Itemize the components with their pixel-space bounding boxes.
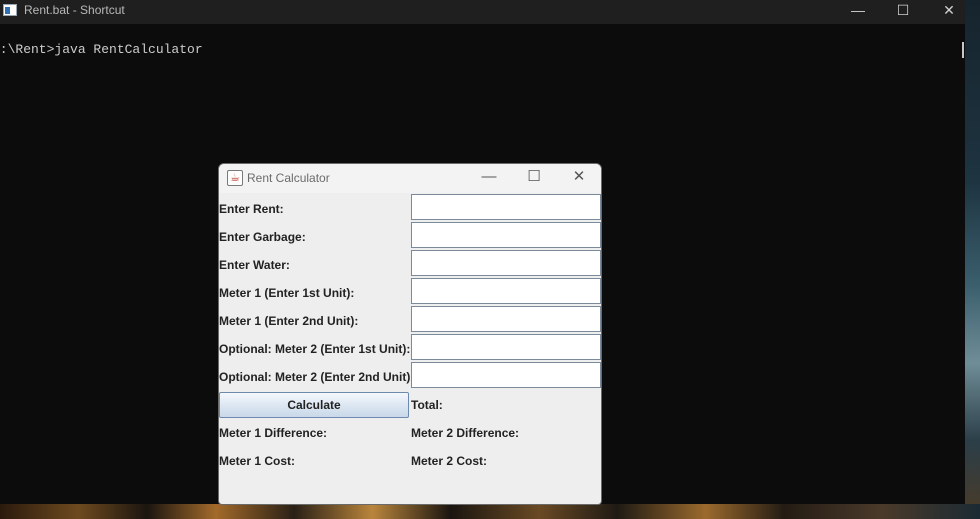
meter1-unit1-field-box bbox=[411, 278, 601, 304]
minimize-icon[interactable]: — bbox=[835, 0, 881, 24]
rent-input[interactable] bbox=[412, 195, 600, 219]
meter1-cost-label: Meter 1 Cost: bbox=[219, 454, 296, 468]
dialog-minimize-icon[interactable]: — bbox=[467, 166, 511, 190]
console-title: Rent.bat - Shortcut bbox=[24, 3, 125, 17]
water-input[interactable] bbox=[412, 251, 600, 275]
meter2-unit2-input[interactable] bbox=[412, 363, 600, 387]
desktop-wallpaper-right bbox=[965, 0, 980, 519]
dialog-maximize-icon[interactable]: ☐ bbox=[512, 166, 556, 190]
meter2-unit1-input[interactable] bbox=[412, 335, 600, 359]
meter2-cost-label: Meter 2 Cost: bbox=[411, 454, 488, 468]
meter1-unit1-input[interactable] bbox=[412, 279, 600, 303]
meter2-unit2-label: Optional: Meter 2 (Enter 2nd Unit): bbox=[219, 370, 415, 384]
maximize-icon[interactable]: ☐ bbox=[880, 0, 926, 24]
water-label: Enter Water: bbox=[219, 258, 290, 272]
desktop-wallpaper-bottom bbox=[0, 504, 980, 519]
meter1-unit2-input[interactable] bbox=[412, 307, 600, 331]
rent-label: Enter Rent: bbox=[219, 202, 284, 216]
rent-field-box bbox=[411, 194, 601, 220]
close-icon[interactable]: ✕ bbox=[926, 0, 972, 24]
meter1-unit2-field-box bbox=[411, 306, 601, 332]
meter1-unit1-label: Meter 1 (Enter 1st Unit): bbox=[219, 286, 355, 300]
total-label: Total: bbox=[411, 398, 443, 412]
calculate-button[interactable]: Calculate bbox=[219, 392, 409, 418]
dialog-close-icon[interactable]: ✕ bbox=[557, 166, 601, 190]
rent-calculator-dialog: ☕ Rent Calculator — ☐ ✕ Enter Rent: Ente… bbox=[218, 163, 602, 505]
meter2-unit2-field-box bbox=[411, 362, 601, 388]
garbage-input[interactable] bbox=[412, 223, 600, 247]
meter1-unit2-label: Meter 1 (Enter 2nd Unit): bbox=[219, 314, 359, 328]
meter2-unit1-field-box bbox=[411, 334, 601, 360]
garbage-label: Enter Garbage: bbox=[219, 230, 306, 244]
console-app-icon bbox=[3, 4, 17, 16]
console-command-line: D:\Rent>java RentCalculator bbox=[0, 42, 203, 57]
java-cup-icon: ☕ bbox=[227, 170, 243, 186]
console-cursor bbox=[962, 42, 964, 58]
dialog-titlebar[interactable]: ☕ Rent Calculator — ☐ ✕ bbox=[219, 164, 601, 193]
console-titlebar: Rent.bat - Shortcut — ☐ ✕ bbox=[0, 0, 965, 24]
dialog-title: Rent Calculator bbox=[247, 171, 330, 185]
meter2-difference-label: Meter 2 Difference: bbox=[411, 426, 520, 440]
water-field-box bbox=[411, 250, 601, 276]
meter1-difference-label: Meter 1 Difference: bbox=[219, 426, 328, 440]
meter2-unit1-label: Optional: Meter 2 (Enter 1st Unit): bbox=[219, 342, 411, 356]
garbage-field-box bbox=[411, 222, 601, 248]
